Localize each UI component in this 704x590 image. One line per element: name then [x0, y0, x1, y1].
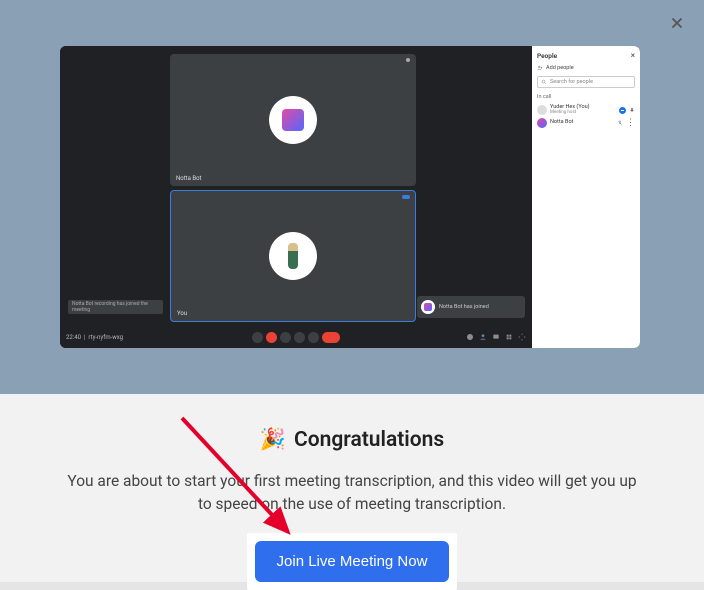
cta-wrapper: Join Live Meeting Now — [247, 533, 458, 590]
add-people-label: Add people — [546, 65, 574, 71]
more-button[interactable] — [308, 332, 319, 343]
avatar-bot — [269, 96, 317, 144]
close-icon[interactable] — [668, 14, 686, 36]
congrats-subtitle: You are about to start your first meetin… — [62, 470, 642, 517]
search-people-input[interactable]: Search for people — [537, 76, 635, 88]
chat-icon[interactable] — [492, 333, 500, 341]
tile-menu-dot — [406, 58, 410, 62]
recording-toast: Notta Bot recording has joined the meeti… — [68, 300, 163, 314]
participant-avatar — [537, 105, 547, 115]
avatar-you — [269, 232, 317, 280]
mic-button[interactable] — [252, 332, 263, 343]
host-icon[interactable] — [518, 333, 526, 341]
search-placeholder: Search for people — [550, 79, 593, 85]
tile-label-you: You — [177, 310, 187, 317]
divider: | — [84, 334, 85, 341]
present-button[interactable] — [294, 332, 305, 343]
participant-row: Yuder Hex (You) Meeting host — [537, 105, 635, 115]
clock-text: 22:40 — [66, 334, 81, 341]
participant-row: Notta Bot ⋮ — [537, 118, 635, 128]
people-title: People — [537, 52, 557, 60]
participant-name: Notta Bot — [550, 120, 614, 126]
party-emoji: 🎉 — [260, 428, 286, 452]
speaking-badge — [619, 107, 626, 114]
hangup-button[interactable] — [322, 332, 340, 343]
join-toast: Notta Bot has joined — [417, 296, 525, 318]
panel-close-icon[interactable]: × — [631, 51, 635, 60]
add-people-button[interactable]: Add people — [537, 65, 635, 71]
people-panel: People × Add people Search for people In… — [532, 46, 640, 348]
toast-text: Notta Bot has joined — [439, 304, 489, 310]
toast-avatar — [421, 300, 435, 314]
search-icon — [541, 79, 547, 85]
congrats-heading: 🎉 Congratulations — [260, 428, 444, 452]
tile-label-bot: Notta Bot — [176, 175, 202, 182]
incall-label: In call — [537, 94, 635, 100]
speaking-indicator — [402, 195, 410, 199]
participant-sub: Meeting host — [550, 111, 616, 116]
meeting-screenshot: Notta Bot You Notta Bot recording has jo… — [60, 46, 640, 348]
info-icon[interactable] — [466, 333, 474, 341]
camera-button[interactable] — [266, 332, 277, 343]
congrats-title-text: Congratulations — [294, 428, 444, 452]
participant-avatar — [537, 118, 547, 128]
video-tile-you: You — [170, 190, 416, 322]
video-tile-bot: Notta Bot — [170, 54, 416, 186]
mic-muted-icon — [617, 120, 623, 126]
people-icon[interactable] — [479, 333, 487, 341]
video-grid: Notta Bot You Notta Bot recording has jo… — [60, 46, 532, 348]
cc-button[interactable] — [280, 332, 291, 343]
join-meeting-button[interactable]: Join Live Meeting Now — [255, 541, 450, 582]
activities-icon[interactable] — [505, 333, 513, 341]
meeting-controls: 22:40 | rty-nyfm-wxg — [60, 326, 532, 348]
mic-icon — [629, 107, 635, 113]
room-code: rty-nyfm-wxg — [88, 334, 123, 341]
